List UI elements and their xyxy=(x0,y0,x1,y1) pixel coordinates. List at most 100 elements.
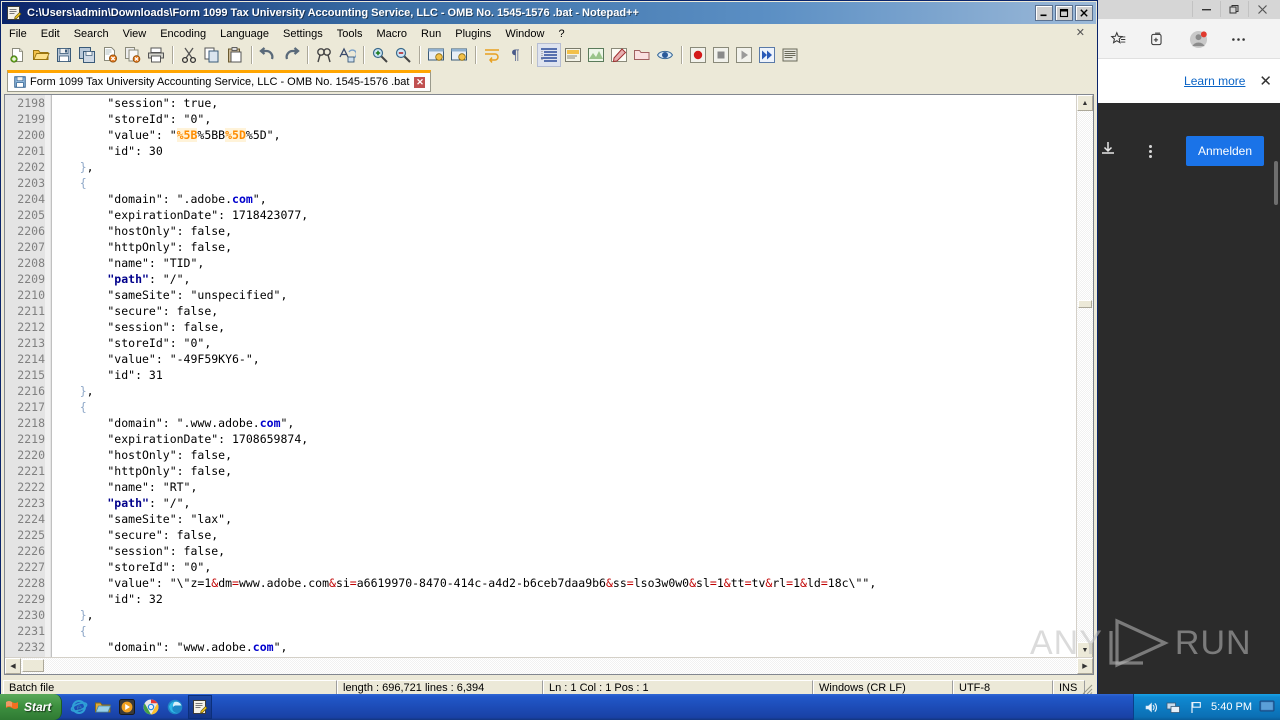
menu-run[interactable]: Run xyxy=(414,26,448,42)
scroll-down-arrow-icon[interactable]: ▼ xyxy=(1077,642,1093,658)
code-line[interactable]: "path": "/", xyxy=(52,271,1076,287)
notepad-plus-plus-taskbar-icon[interactable] xyxy=(188,695,213,719)
vertical-scroll-thumb[interactable] xyxy=(1078,300,1092,308)
indent-guide-icon[interactable] xyxy=(537,43,561,67)
code-line[interactable]: "name": "TID", xyxy=(52,255,1076,271)
replace-icon[interactable] xyxy=(336,44,358,66)
menu-macro[interactable]: Macro xyxy=(369,26,414,42)
google-chrome-icon[interactable] xyxy=(140,696,162,718)
file-explorer-icon[interactable] xyxy=(92,696,114,718)
close-all-files-icon[interactable] xyxy=(122,44,144,66)
code-line[interactable]: "expirationDate": 1718423077, xyxy=(52,207,1076,223)
npp-title-bar[interactable]: C:\Users\admin\Downloads\Form 1099 Tax U… xyxy=(2,2,1096,24)
edge-minimize-icon[interactable] xyxy=(1192,1,1220,17)
clock[interactable]: 5:40 PM xyxy=(1211,701,1252,713)
play-macro-icon[interactable] xyxy=(733,44,755,66)
sync-horizontal-scroll-icon[interactable] xyxy=(448,44,470,66)
zoom-out-icon[interactable] xyxy=(392,44,414,66)
code-line[interactable]: "expirationDate": 1708659874, xyxy=(52,431,1076,447)
document-tab[interactable]: Form 1099 Tax University Accounting Serv… xyxy=(7,70,432,92)
code-line[interactable]: "sameSite": "lax", xyxy=(52,511,1076,527)
function-list-icon[interactable] xyxy=(608,44,630,66)
code-line[interactable]: }, xyxy=(52,383,1076,399)
code-line[interactable]: "secure": false, xyxy=(52,303,1076,319)
open-file-icon[interactable] xyxy=(30,44,52,66)
horizontal-scrollbar[interactable]: ◀ ▶ xyxy=(5,657,1093,674)
edge-restore-icon[interactable] xyxy=(1220,1,1248,17)
favorites-icon[interactable] xyxy=(1098,26,1138,52)
media-player-icon[interactable] xyxy=(116,696,138,718)
editor-area[interactable]: 2198 2199 2200 2201 2202 2203 2204 2205 2206 2207… xyxy=(4,94,1094,675)
code-line[interactable]: "name": "RT", xyxy=(52,479,1076,495)
scroll-left-arrow-icon[interactable]: ◀ xyxy=(5,658,21,674)
maximize-button[interactable] xyxy=(1055,5,1073,21)
code-line[interactable]: "storeId": "0", xyxy=(52,111,1076,127)
code-text-area[interactable]: "session": true, "storeId": "0", "value"… xyxy=(52,95,1076,658)
word-wrap-icon[interactable] xyxy=(481,44,503,66)
start-button[interactable]: Start xyxy=(0,694,63,720)
user-defined-language-icon[interactable] xyxy=(562,44,584,66)
print-icon[interactable] xyxy=(145,44,167,66)
code-line[interactable]: "domain": ".adobe.com", xyxy=(52,191,1076,207)
menu-view[interactable]: View xyxy=(116,26,154,42)
monitoring-icon[interactable] xyxy=(654,44,676,66)
record-macro-icon[interactable] xyxy=(687,44,709,66)
flag-icon[interactable] xyxy=(1188,699,1204,715)
code-line[interactable]: { xyxy=(52,623,1076,639)
menu-encoding[interactable]: Encoding xyxy=(153,26,213,42)
code-line[interactable]: { xyxy=(52,175,1076,191)
scroll-right-arrow-icon[interactable]: ▶ xyxy=(1077,658,1093,674)
code-line[interactable]: }, xyxy=(52,607,1076,623)
folder-as-workspace-icon[interactable] xyxy=(631,44,653,66)
more-vertical-icon[interactable] xyxy=(1143,144,1157,158)
undo-icon[interactable] xyxy=(257,44,279,66)
code-line[interactable]: "httpOnly": false, xyxy=(52,239,1076,255)
close-document-icon[interactable]: ✕ xyxy=(1076,26,1085,39)
settings-more-icon[interactable] xyxy=(1218,26,1258,52)
menu-search[interactable]: Search xyxy=(67,26,116,42)
find-icon[interactable] xyxy=(313,44,335,66)
cut-icon[interactable] xyxy=(178,44,200,66)
code-line[interactable]: }, xyxy=(52,159,1076,175)
code-line[interactable]: "id": 30 xyxy=(52,143,1076,159)
internet-explorer-icon[interactable]: e xyxy=(68,696,90,718)
run-icon[interactable] xyxy=(779,44,801,66)
volume-icon[interactable] xyxy=(1142,699,1158,715)
menu-tools[interactable]: Tools xyxy=(330,26,370,42)
menu-settings[interactable]: Settings xyxy=(276,26,330,42)
run-macro-multiple-icon[interactable] xyxy=(756,44,778,66)
notice-close-icon[interactable]: ✕ xyxy=(1259,74,1272,89)
code-line[interactable]: "session": false, xyxy=(52,543,1076,559)
close-file-icon[interactable] xyxy=(99,44,121,66)
menu-edit[interactable]: Edit xyxy=(34,26,67,42)
menu-window[interactable]: Window xyxy=(498,26,551,42)
sync-vertical-scroll-icon[interactable] xyxy=(425,44,447,66)
code-line[interactable]: "httpOnly": false, xyxy=(52,463,1076,479)
show-all-characters-icon[interactable]: ¶ xyxy=(504,44,526,66)
copy-icon[interactable] xyxy=(201,44,223,66)
show-desktop-icon[interactable] xyxy=(1259,699,1275,715)
code-line[interactable]: "session": true, xyxy=(52,95,1076,111)
document-tab-close-icon[interactable]: ✕ xyxy=(414,76,426,88)
edge-close-icon[interactable] xyxy=(1248,1,1276,17)
document-map-icon[interactable] xyxy=(585,44,607,66)
save-all-icon[interactable] xyxy=(76,44,98,66)
microsoft-edge-icon[interactable] xyxy=(164,696,186,718)
code-line[interactable]: "value": "%5B%5BB%5D%5D", xyxy=(52,127,1076,143)
code-line[interactable]: "secure": false, xyxy=(52,527,1076,543)
zoom-in-icon[interactable] xyxy=(369,44,391,66)
code-line[interactable]: "domain": ".www.adobe.com", xyxy=(52,415,1076,431)
code-line[interactable]: "domain": "www.adobe.com", xyxy=(52,639,1076,655)
minimize-button[interactable] xyxy=(1035,5,1053,21)
redo-icon[interactable] xyxy=(280,44,302,66)
code-line[interactable]: "hostOnly": false, xyxy=(52,223,1076,239)
code-line[interactable]: "storeId": "0", xyxy=(52,559,1076,575)
code-line[interactable]: "id": 32 xyxy=(52,591,1076,607)
code-line[interactable]: "value": "-49F59KY6-", xyxy=(52,351,1076,367)
network-icon[interactable] xyxy=(1165,699,1181,715)
profile-icon[interactable] xyxy=(1178,26,1218,52)
code-line[interactable]: { xyxy=(52,399,1076,415)
signin-button[interactable]: Anmelden xyxy=(1186,136,1264,166)
code-line[interactable]: "session": false, xyxy=(52,319,1076,335)
horizontal-scroll-thumb[interactable] xyxy=(22,659,44,672)
